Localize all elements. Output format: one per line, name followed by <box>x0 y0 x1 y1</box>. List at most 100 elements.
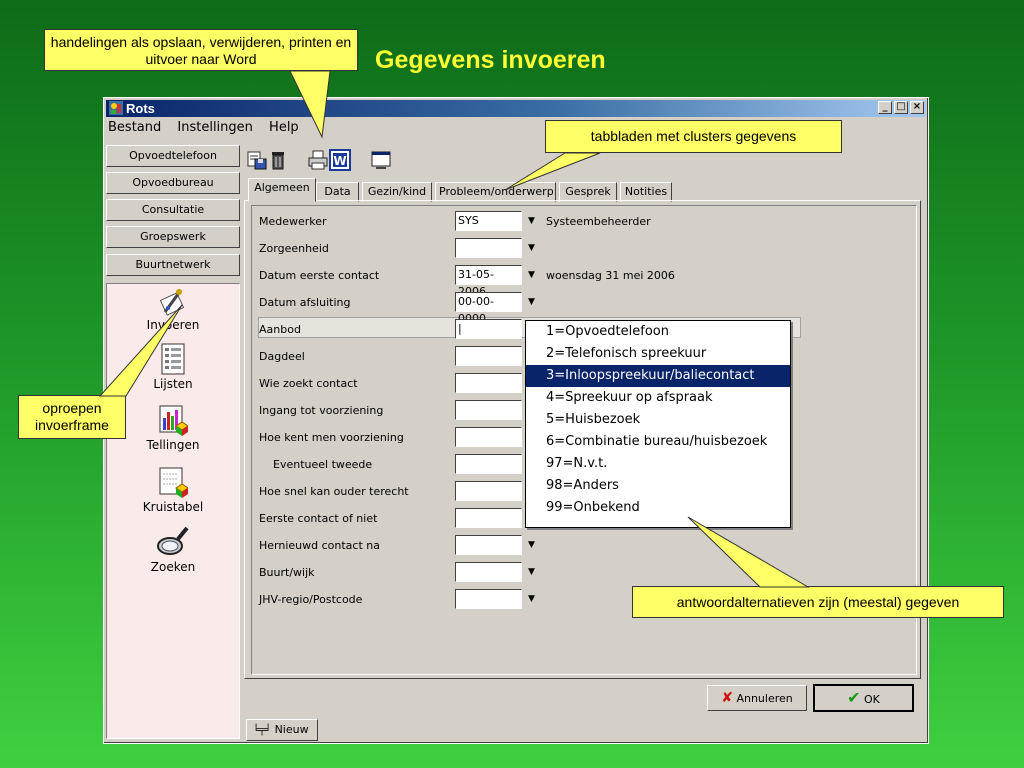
field-label: Datum afsluiting <box>259 296 351 309</box>
tab-algemeen[interactable]: Algemeen <box>248 178 316 202</box>
dropdown-arrow-icon[interactable]: ▼ <box>528 216 535 226</box>
dropdown-arrow-icon[interactable]: ▼ <box>528 540 535 550</box>
close-button[interactable]: × <box>910 101 924 114</box>
cancel-button-label: Annuleren <box>736 692 793 705</box>
rots-window: Rots _ □ × Bestand Instellingen Help Opv… <box>103 97 929 744</box>
dropdown-arrow-icon[interactable]: ▼ <box>528 243 535 253</box>
tab-nieuw-label: Nieuw <box>274 723 309 736</box>
dropdown-option[interactable]: 1=Opvoedtelefoon <box>526 321 790 343</box>
field-label: Eventueel tweede <box>273 458 373 471</box>
aanbod-dropdown-list[interactable]: 1=Opvoedtelefoon 2=Telefonisch spreekuur… <box>525 320 791 528</box>
svg-text:W: W <box>333 154 346 168</box>
tool-lijsten[interactable]: Lijsten <box>107 343 239 391</box>
dropdown-option-selected[interactable]: 3=Inloopspreekuur/baliecontact <box>526 365 790 387</box>
tab-notities[interactable]: Notities <box>620 182 672 202</box>
tool-panel: Invoeren Lijsten Tellingen Kruistabel Zo… <box>106 283 240 739</box>
cancel-icon: ✘ <box>721 690 733 706</box>
field-label: Datum eerste contact <box>259 269 380 282</box>
checkmark-icon: ✔ <box>847 688 861 707</box>
field-label: Aanbod <box>259 323 301 336</box>
callout-tabs: tabbladen met clusters gegevens <box>545 120 842 153</box>
tool-tellingen-label: Tellingen <box>146 438 200 452</box>
dropdown-option[interactable]: 99=Onbekend <box>526 497 790 519</box>
app-icon <box>109 101 123 115</box>
callout-actions: handelingen als opslaan, verwijderen, pr… <box>44 29 358 71</box>
tab-probleem-onderwerp[interactable]: Probleem/onderwerp <box>435 182 556 202</box>
tool-zoeken-label: Zoeken <box>150 560 196 574</box>
tool-invoeren[interactable]: Invoeren <box>107 286 239 332</box>
field-input[interactable] <box>455 562 522 582</box>
dropdown-option[interactable]: 5=Huisbezoek <box>526 409 790 431</box>
window-title: Rots <box>126 101 155 116</box>
tab-gezin-kind[interactable]: Gezin/kind <box>362 182 432 202</box>
field-description: woensdag 31 mei 2006 <box>546 269 675 282</box>
dropdown-option[interactable]: 6=Combinatie bureau/huisbezoek <box>526 431 790 453</box>
field-description: Systeembeheerder <box>546 215 651 228</box>
field-input[interactable] <box>455 454 522 474</box>
tool-kruistabel[interactable]: Kruistabel <box>107 466 239 514</box>
field-input[interactable] <box>455 238 522 258</box>
field-input[interactable] <box>455 508 522 528</box>
dropdown-arrow-icon[interactable]: ▼ <box>528 567 535 577</box>
field-input[interactable] <box>455 400 522 420</box>
callout-invoerframe: oproepen invoerframe <box>18 395 126 439</box>
minimize-button[interactable]: _ <box>878 101 892 114</box>
titlebar[interactable]: Rots _ □ × <box>106 100 926 117</box>
screen-icon[interactable] <box>370 149 392 171</box>
field-input[interactable] <box>455 427 522 447</box>
field-input[interactable]: 00-00-0000 <box>455 292 522 325</box>
menubar: Bestand Instellingen Help <box>108 120 311 138</box>
field-input[interactable] <box>455 589 522 609</box>
field-input[interactable] <box>455 535 522 555</box>
word-icon[interactable]: W <box>329 149 351 171</box>
save-icon[interactable] <box>246 149 268 171</box>
nav-opvoedtelefoon[interactable]: Opvoedtelefoon <box>106 145 240 167</box>
tool-tellingen[interactable]: Tellingen <box>107 404 239 452</box>
field-input[interactable] <box>455 346 522 366</box>
dropdown-option[interactable]: 98=Anders <box>526 475 790 497</box>
tab-nieuw[interactable]: ╘╤╛ Nieuw <box>246 719 318 741</box>
menu-help[interactable]: Help <box>269 120 299 135</box>
field-label: Hernieuwd contact na <box>259 539 380 552</box>
print-icon[interactable] <box>307 149 329 171</box>
magnifier-icon <box>157 526 189 555</box>
delete-icon[interactable] <box>267 149 289 171</box>
nav-buurtnetwerk[interactable]: Buurtnetwerk <box>106 254 240 276</box>
maximize-button[interactable]: □ <box>894 101 908 114</box>
ok-button-label: OK <box>864 693 880 706</box>
tool-zoeken[interactable]: Zoeken <box>107 524 239 574</box>
dropdown-option[interactable]: 97=N.v.t. <box>526 453 790 475</box>
bar-chart-icon <box>159 405 188 436</box>
tool-lijsten-label: Lijsten <box>153 377 193 391</box>
field-label: Zorgeenheid <box>259 242 329 255</box>
field-label: Eerste contact of niet <box>259 512 378 525</box>
callout-answers: antwoordalternatieven zijn (meestal) geg… <box>632 586 1004 618</box>
dropdown-arrow-icon[interactable]: ▼ <box>528 594 535 604</box>
nav-opvoedbureau[interactable]: Opvoedbureau <box>106 172 240 194</box>
field-input[interactable]: | <box>455 319 522 339</box>
field-input[interactable]: SYS <box>455 211 522 231</box>
dropdown-option[interactable]: 4=Spreekuur op afspraak <box>526 387 790 409</box>
field-label: JHV-regio/Postcode <box>259 593 363 606</box>
dropdown-arrow-icon[interactable]: ▼ <box>528 297 535 307</box>
nav-groepswerk[interactable]: Groepswerk <box>106 226 240 248</box>
cancel-button[interactable]: ✘ Annuleren <box>707 685 807 711</box>
slide-title: Gegevens invoeren <box>375 46 606 74</box>
menu-bestand[interactable]: Bestand <box>108 120 161 135</box>
new-record-icon: ╘╤╛ <box>253 725 272 736</box>
tab-data[interactable]: Data <box>316 182 359 202</box>
tab-gesprek[interactable]: Gesprek <box>559 182 617 202</box>
tool-kruistabel-label: Kruistabel <box>142 500 204 514</box>
field-input[interactable] <box>455 481 522 501</box>
field-input[interactable] <box>455 373 522 393</box>
tool-invoeren-label: Invoeren <box>146 318 200 332</box>
ok-button[interactable]: ✔ OK <box>813 684 914 712</box>
nav-consultatie[interactable]: Consultatie <box>106 199 240 221</box>
field-label: Medewerker <box>259 215 327 228</box>
crosstab-icon <box>159 467 188 498</box>
dropdown-arrow-icon[interactable]: ▼ <box>528 270 535 280</box>
field-input[interactable]: 31-05-2006 <box>455 265 522 298</box>
field-label: Ingang tot voorziening <box>259 404 384 417</box>
menu-instellingen[interactable]: Instellingen <box>177 120 253 135</box>
dropdown-option[interactable]: 2=Telefonisch spreekuur <box>526 343 790 365</box>
